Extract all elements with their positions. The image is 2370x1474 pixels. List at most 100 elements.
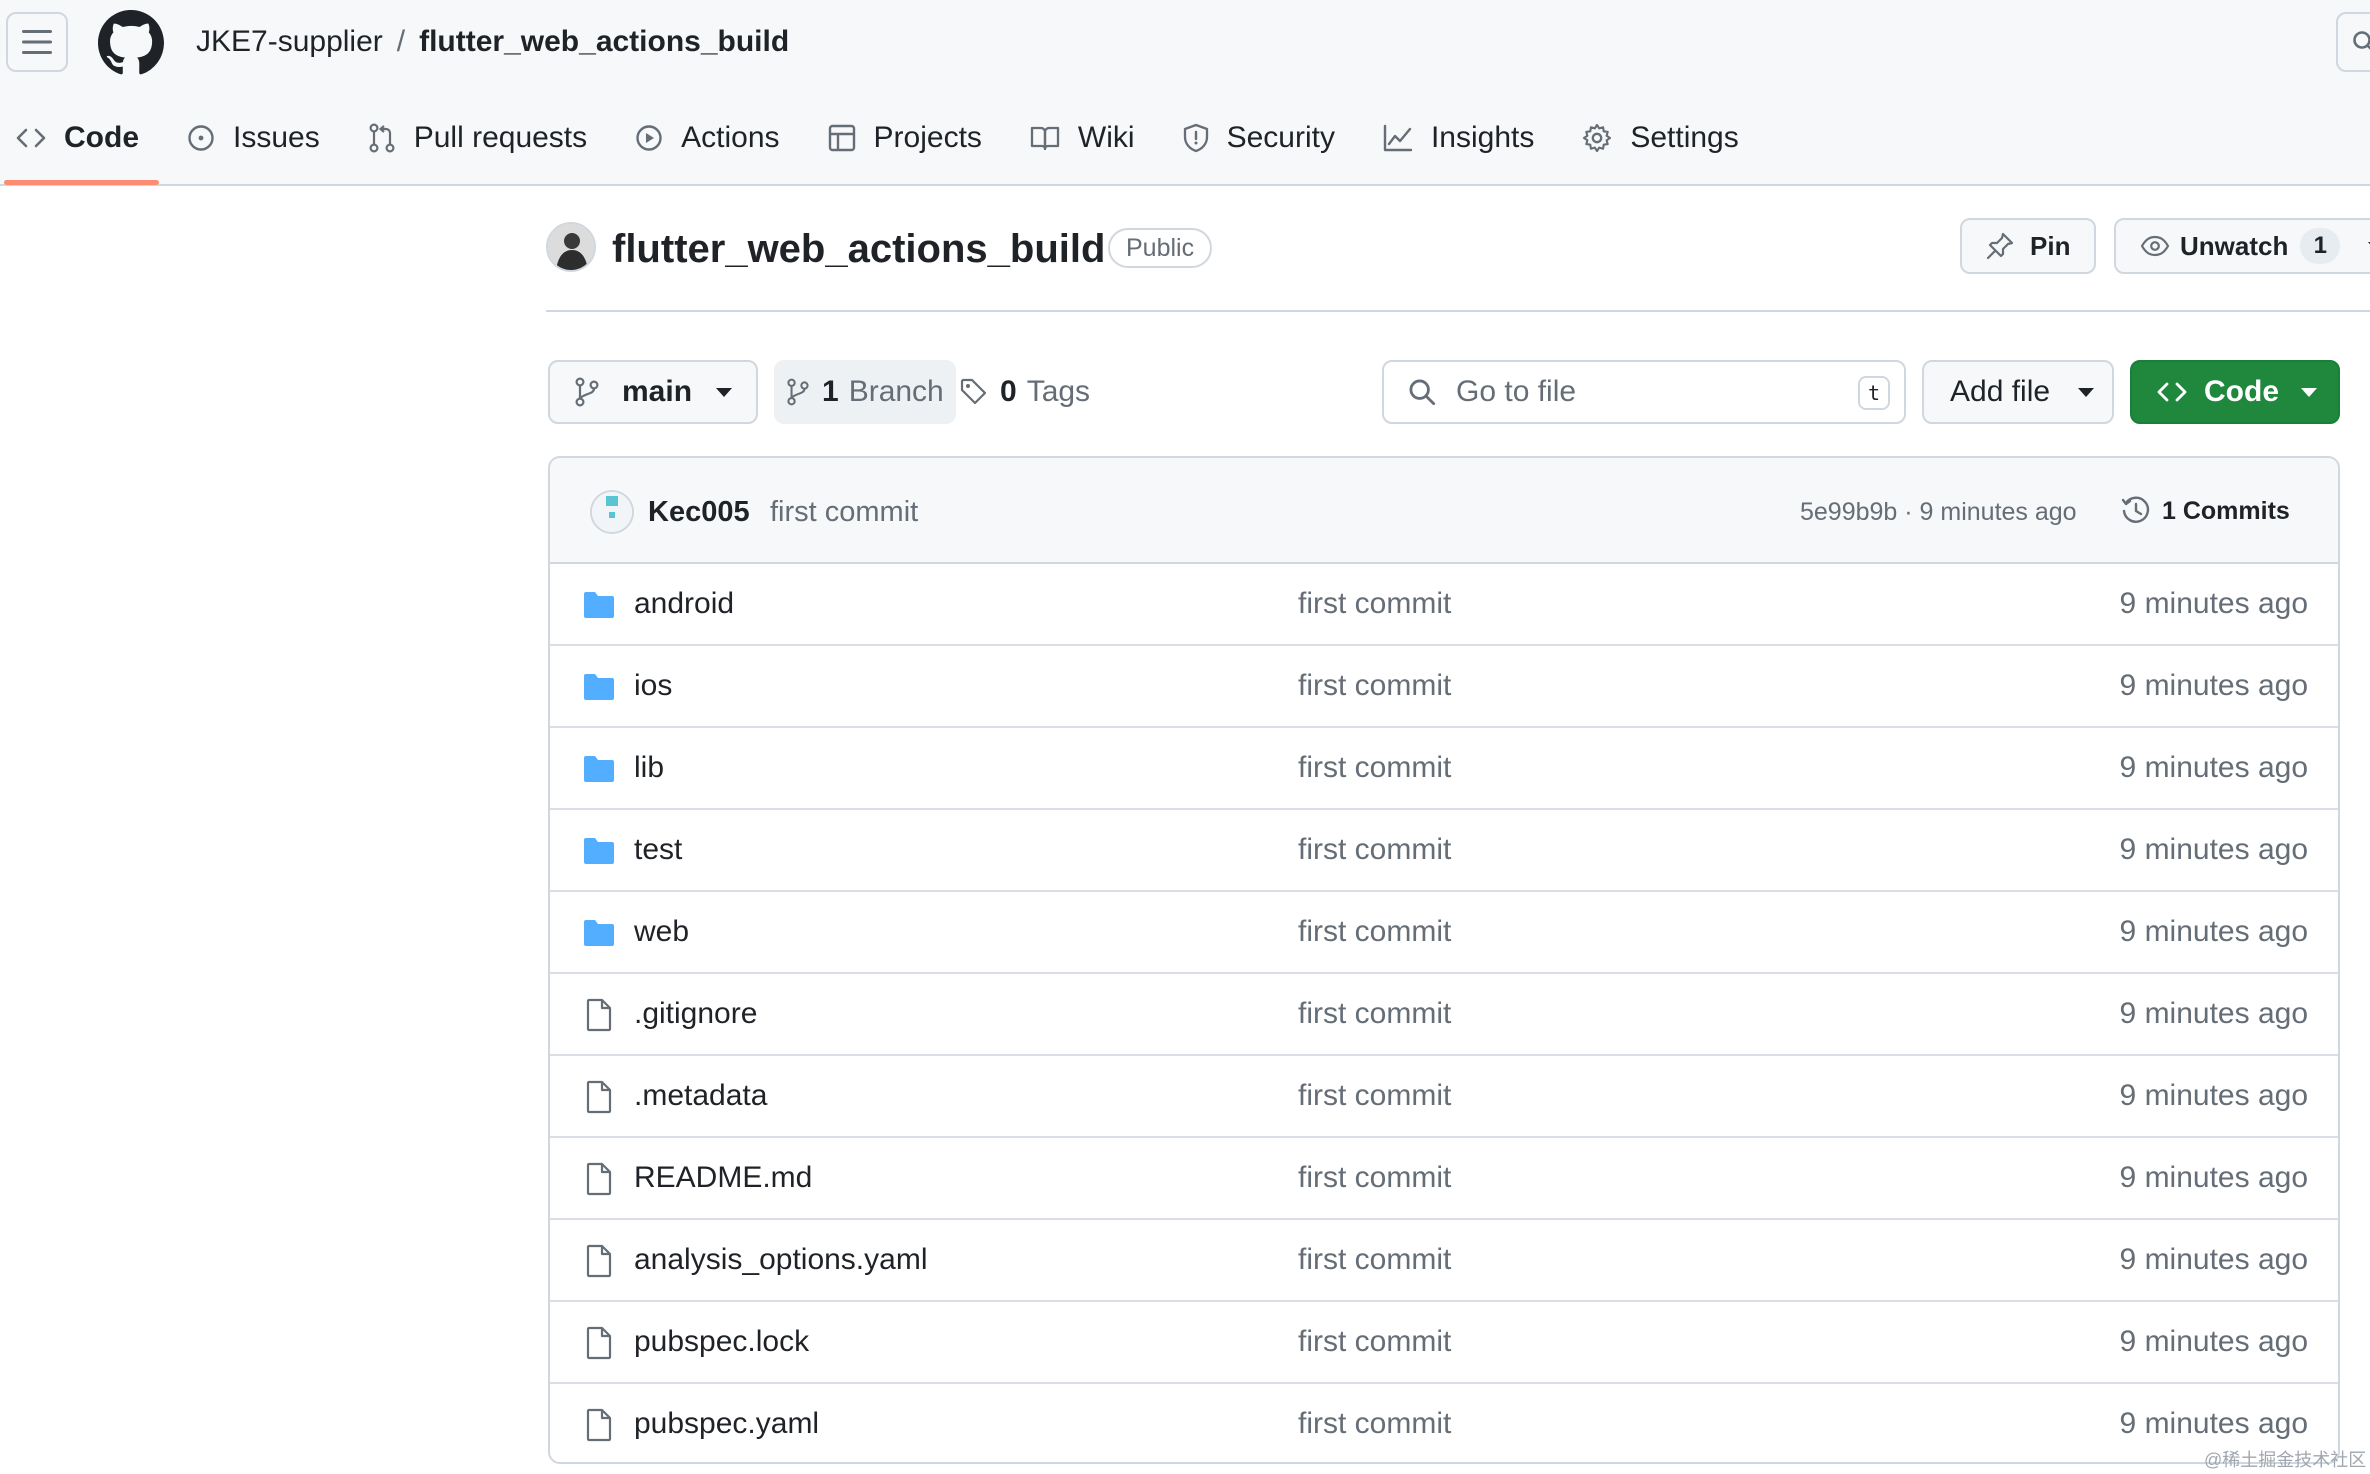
tab-pull-requests[interactable]: Pull requests: [352, 108, 603, 168]
file-name-link[interactable]: android: [634, 584, 734, 624]
commit-hash-time[interactable]: 5e99b9b · 9 minutes ago: [1800, 494, 2077, 530]
file-icon: [586, 998, 612, 1032]
file-commit-age: 9 minutes ago: [2119, 1407, 2308, 1440]
visibility-badge: Public: [1108, 228, 1213, 268]
table-row[interactable]: pubspec.yaml first commit 9 minutes ago: [550, 1384, 2338, 1462]
branches-count: 1: [822, 375, 839, 408]
branch-select-button[interactable]: main: [548, 360, 758, 424]
tab-projects-label: Projects: [873, 121, 982, 154]
git-branch-icon: [575, 377, 599, 407]
history-icon: [2121, 496, 2150, 523]
github-logo-icon[interactable]: [98, 10, 164, 76]
unwatch-button[interactable]: Unwatch 1: [2114, 218, 2370, 274]
go-to-file-input[interactable]: Go to file t: [1382, 360, 1906, 424]
hamburger-menu-button[interactable]: [6, 12, 68, 72]
breadcrumb-owner-link[interactable]: JKE7-supplier: [196, 25, 383, 58]
folder-icon: [584, 674, 614, 700]
tags-label: Tags: [1026, 375, 1091, 408]
file-icon: [586, 1408, 612, 1442]
tab-settings[interactable]: Settings: [1566, 108, 1754, 168]
folder-icon: [584, 838, 614, 864]
commit-author-avatar[interactable]: [590, 490, 634, 534]
table-icon: [828, 124, 855, 152]
file-name-link[interactable]: README.md: [634, 1158, 812, 1198]
tab-security[interactable]: Security: [1167, 108, 1351, 168]
search-icon: [1409, 379, 1436, 406]
tab-wiki[interactable]: Wiki: [1014, 108, 1151, 168]
file-commit-message-link[interactable]: first commit: [1298, 1240, 1451, 1280]
file-commit-message-link[interactable]: first commit: [1298, 666, 1451, 706]
file-name-link[interactable]: pubspec.lock: [634, 1322, 809, 1362]
table-row[interactable]: .metadata first commit 9 minutes ago: [550, 1056, 2338, 1138]
file-list: android first commit 9 minutes ago ios f…: [550, 564, 2338, 1462]
branches-link[interactable]: 1 Branch: [774, 360, 956, 424]
tags-link[interactable]: 0 Tags: [960, 360, 1090, 424]
tab-projects[interactable]: Projects: [812, 108, 998, 168]
file-name-link[interactable]: .gitignore: [634, 994, 757, 1034]
commits-count-label: 1 Commits: [2162, 496, 2290, 525]
book-icon: [1030, 126, 1060, 151]
table-row[interactable]: analysis_options.yaml first commit 9 min…: [550, 1220, 2338, 1302]
tab-security-label: Security: [1226, 121, 1335, 154]
latest-commit-bar: Kec005 first commit 5e99b9b · 9 minutes …: [550, 458, 2338, 564]
table-row[interactable]: android first commit 9 minutes ago: [550, 564, 2338, 646]
pin-button[interactable]: Pin: [1960, 218, 2096, 274]
file-name-link[interactable]: web: [634, 912, 689, 952]
file-commit-age: 9 minutes ago: [2119, 915, 2308, 948]
table-row[interactable]: pubspec.lock first commit 9 minutes ago: [550, 1302, 2338, 1384]
file-name-link[interactable]: test: [634, 830, 682, 870]
tab-settings-label: Settings: [1630, 121, 1739, 154]
tab-wiki-label: Wiki: [1077, 121, 1135, 154]
chevron-down-icon: [2301, 387, 2317, 397]
add-file-button[interactable]: Add file: [1922, 360, 2114, 424]
tab-code[interactable]: Code: [0, 108, 159, 185]
pull-request-icon: [369, 123, 395, 153]
file-commit-message-link[interactable]: first commit: [1298, 994, 1451, 1034]
global-search-button[interactable]: [2336, 12, 2370, 72]
table-row[interactable]: test first commit 9 minutes ago: [550, 810, 2338, 892]
file-icon: [586, 1162, 612, 1196]
title-divider: [546, 310, 2370, 312]
tags-count: 0: [1000, 375, 1017, 408]
table-row[interactable]: .gitignore first commit 9 minutes ago: [550, 974, 2338, 1056]
code-button[interactable]: Code: [2130, 360, 2340, 424]
commit-author-link[interactable]: Kec005: [648, 492, 750, 532]
file-name-link[interactable]: analysis_options.yaml: [634, 1240, 927, 1280]
file-name-link[interactable]: .metadata: [634, 1076, 767, 1116]
table-row[interactable]: README.md first commit 9 minutes ago: [550, 1138, 2338, 1220]
file-commit-message-link[interactable]: first commit: [1298, 1158, 1451, 1198]
tab-actions[interactable]: Actions: [619, 108, 795, 168]
pin-icon: [1986, 232, 2014, 260]
file-commit-message-link[interactable]: first commit: [1298, 1076, 1451, 1116]
tab-pull-requests-label: Pull requests: [413, 121, 588, 154]
file-commit-message-link[interactable]: first commit: [1298, 1322, 1451, 1362]
file-commit-message-link[interactable]: first commit: [1298, 748, 1451, 788]
tab-issues[interactable]: Issues: [171, 108, 336, 168]
tab-insights[interactable]: Insights: [1367, 108, 1550, 168]
breadcrumb-repo-link[interactable]: flutter_web_actions_build: [419, 25, 789, 58]
file-name-link[interactable]: ios: [634, 666, 672, 706]
table-row[interactable]: web first commit 9 minutes ago: [550, 892, 2338, 974]
search-icon: [2353, 31, 2370, 50]
table-row[interactable]: lib first commit 9 minutes ago: [550, 728, 2338, 810]
file-name-link[interactable]: pubspec.yaml: [634, 1404, 819, 1444]
go-to-file-placeholder: Go to file: [1456, 375, 1577, 408]
file-commit-message-link[interactable]: first commit: [1298, 1404, 1451, 1444]
file-browser: Kec005 first commit 5e99b9b · 9 minutes …: [548, 456, 2340, 1464]
file-commit-age: 9 minutes ago: [2119, 997, 2308, 1030]
file-commit-message-link[interactable]: first commit: [1298, 584, 1451, 624]
pin-label: Pin: [2030, 230, 2071, 261]
file-commit-message-link[interactable]: first commit: [1298, 830, 1451, 870]
file-commit-message-link[interactable]: first commit: [1298, 912, 1451, 952]
code-icon: [16, 128, 46, 148]
repo-title[interactable]: flutter_web_actions_build: [612, 224, 1105, 274]
issue-icon: [188, 125, 214, 151]
commit-message-link[interactable]: first commit: [770, 492, 918, 532]
owner-avatar[interactable]: [546, 222, 596, 272]
tab-actions-label: Actions: [681, 121, 780, 154]
file-name-link[interactable]: lib: [634, 748, 664, 788]
commits-history-link[interactable]: 1 Commits: [2120, 488, 2290, 534]
table-row[interactable]: ios first commit 9 minutes ago: [550, 646, 2338, 728]
repo-nav-tabs: Code Issues Pull requests Actions Projec…: [0, 108, 1771, 186]
repo-header: JKE7-supplier / flutter_web_actions_build …: [0, 0, 2370, 186]
